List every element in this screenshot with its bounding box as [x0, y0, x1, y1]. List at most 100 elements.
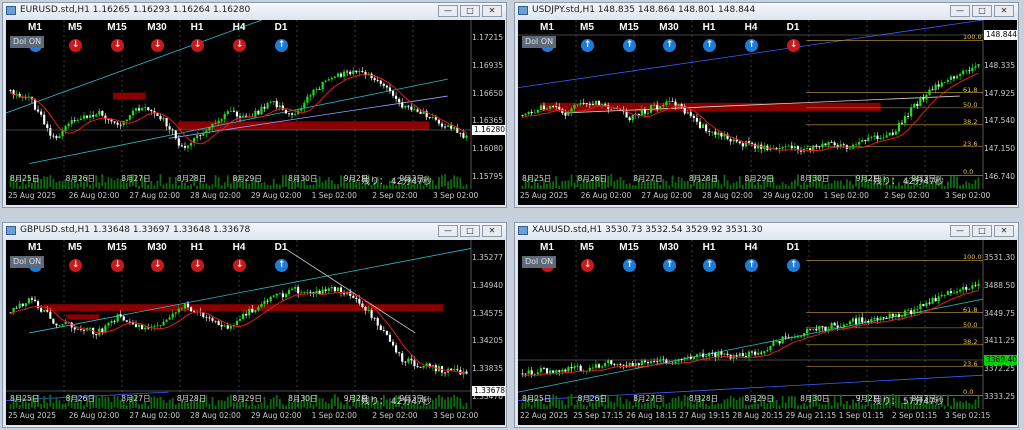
timeframe-label-m5: M5 [68, 22, 82, 33]
time-tick: 2 Sep 02:00 [372, 411, 418, 420]
fib-level-label: 100.0 [963, 253, 982, 262]
fib-level-label: 50.0 [963, 100, 978, 109]
up-arrow-icon: ↑ [745, 259, 758, 272]
price-chart[interactable]: M1↑M5↓M15↓M30↓H1↓H4↓D1↑Dol ON1.352771.34… [6, 240, 505, 409]
price-tick: 1.16650 [471, 88, 503, 98]
up-arrow-icon: ↑ [703, 39, 716, 52]
time-tick: 26 Aug 02:00 [68, 411, 120, 420]
date-marker: 9月3日 [399, 174, 424, 183]
up-arrow-icon: ↑ [623, 39, 636, 52]
up-arrow-icon: ↑ [581, 39, 594, 52]
chart-window-eurusd[interactable]: EURUSD.std,H1 1.16265 1.16293 1.16264 1.… [2, 2, 507, 208]
date-marker: 8月29日 [232, 394, 262, 403]
minimize-button[interactable]: — [438, 5, 458, 17]
fib-level-label: 0.0 [963, 168, 974, 177]
date-marker: 8月26日 [65, 174, 95, 183]
price-tick: 3449.75 [983, 308, 1015, 318]
time-tick: 26 Aug 02:00 [68, 191, 120, 200]
window-title: USDJPY.std,H1 148.835 148.864 148.801 14… [532, 5, 756, 15]
time-tick: 27 Aug 02:00 [129, 191, 180, 200]
dol-toggle-button[interactable]: Dol ON [522, 36, 557, 48]
timeframe-label-m15: M15 [619, 242, 639, 253]
time-tick: 28 Aug 02:00 [702, 191, 753, 200]
price-chart[interactable]: 100.061.850.038.223.60.0M1↓M5↓M15↑M30↑H1… [518, 240, 1017, 409]
price-tick: 1.16080 [471, 144, 503, 154]
time-tick: 27 Aug 19:15 [679, 411, 730, 420]
fib-level-label: 61.8 [963, 305, 978, 314]
time-tick: 25 Aug 2025 [8, 411, 57, 420]
minimize-button[interactable]: — [950, 5, 970, 17]
maximize-button[interactable]: □ [460, 225, 480, 237]
maximize-button[interactable]: □ [460, 5, 480, 17]
timeframe-label-m30: M30 [147, 22, 167, 33]
close-button[interactable]: ✕ [994, 225, 1014, 237]
titlebar[interactable]: USDJPY.std,H1 148.835 148.864 148.801 14… [515, 3, 1018, 19]
price-chart[interactable]: 100.0 61.8 50.0 38.2 23.6 0.0 M1 ↑ M5 ↑ M15 ↑ M30 ↑ H1… [518, 20, 1017, 189]
timeframe-label-d1: D1 [274, 242, 288, 253]
price-tick: 1.34575 [471, 308, 503, 318]
down-arrow-icon: ↓ [233, 39, 246, 52]
timeframe-label-m1: M1 [540, 242, 554, 253]
chart-window-icon [6, 6, 16, 15]
price-chart[interactable]: M1↑M5↓M15↓M30↓H1↓H4↓D1↑Dol ON1.172151.16… [6, 20, 505, 189]
down-arrow-icon: ↓ [191, 39, 204, 52]
date-marker: 8月26日 [65, 394, 95, 403]
fib-level-label: 0.0 [963, 388, 974, 397]
down-arrow-icon: ↓ [787, 39, 800, 52]
time-tick: 25 Aug 2025 [8, 191, 57, 200]
titlebar[interactable]: EURUSD.std,H1 1.16265 1.16293 1.16264 1.… [3, 3, 506, 19]
up-arrow-icon: ↑ [663, 259, 676, 272]
chart-window-usdjpy[interactable]: USDJPY.std,H1 148.835 148.864 148.801 14… [514, 2, 1019, 208]
close-button[interactable]: ✕ [482, 5, 502, 17]
titlebar[interactable]: GBPUSD.std,H1 1.33648 1.33697 1.33648 1.… [3, 223, 506, 239]
time-tick: 2 Sep 02:00 [372, 191, 418, 200]
timeframe-label-m5: M5 [580, 242, 594, 253]
price-tick: 148.335 [983, 60, 1015, 70]
current-price-marker: 1.33678 [472, 386, 505, 396]
chart-window-gbpusd[interactable]: GBPUSD.std,H1 1.33648 1.33697 1.33648 1.… [2, 222, 507, 428]
dol-toggle-button[interactable]: Dol ON [522, 256, 557, 268]
date-marker: 8月30日 [800, 394, 830, 403]
time-tick: 29 Aug 02:00 [762, 191, 814, 200]
timeframe-label-d1: D1 [274, 22, 288, 33]
maximize-button[interactable]: □ [972, 5, 992, 17]
up-arrow-icon: ↑ [745, 39, 758, 52]
time-tick: 1 Sep 02:00 [823, 191, 869, 200]
date-marker: 8月28日 [688, 174, 719, 183]
timeframe-label-m30: M30 [147, 242, 167, 253]
maximize-button[interactable]: □ [972, 225, 992, 237]
timeframe-label-m15: M15 [107, 22, 127, 33]
price-tick: 1.33835 [471, 364, 503, 374]
titlebar[interactable]: XAUUSD.std,H1 3530.73 3532.54 3529.92 35… [515, 223, 1018, 239]
time-tick: 26 Aug 02:00 [580, 191, 632, 200]
time-tick: 27 Aug 02:00 [641, 191, 692, 200]
down-arrow-icon: ↓ [151, 259, 164, 272]
price-tick: 3531.30 [983, 253, 1015, 262]
minimize-button[interactable]: — [438, 225, 458, 237]
close-button[interactable]: ✕ [482, 225, 502, 237]
time-tick: 3 Sep 02:15 [945, 411, 991, 420]
time-axis: 25 Aug 2025 26 Aug 02:00 27 Aug 02:00 28 Au… [6, 174, 505, 205]
dol-toggle-button[interactable]: Dol ON [10, 36, 45, 48]
date-marker: 8月30日 [288, 174, 318, 183]
date-marker: 8月26日 [577, 394, 607, 403]
timeframe-label-h4: H4 [232, 242, 246, 253]
timeframe-label-h4: H4 [232, 22, 246, 33]
window-title: XAUUSD.std,H1 3530.73 3532.54 3529.92 35… [532, 225, 763, 235]
dol-toggle-button[interactable]: Dol ON [10, 256, 45, 268]
down-arrow-icon: ↓ [233, 259, 246, 272]
down-arrow-icon: ↓ [191, 259, 204, 272]
up-arrow-icon: ↑ [663, 39, 676, 52]
timeframe-label-h1: H1 [702, 22, 716, 33]
time-tick: 29 Aug 02:00 [250, 191, 302, 200]
close-button[interactable]: ✕ [994, 5, 1014, 17]
date-marker: 8月28日 [176, 174, 207, 183]
time-tick: 26 Aug 18:15 [626, 411, 677, 420]
up-arrow-icon: ↑ [623, 259, 636, 272]
time-tick: 22 Aug 2025 [520, 411, 569, 420]
minimize-button[interactable]: — [950, 225, 970, 237]
fib-level-label: 50.0 [963, 320, 978, 329]
current-price-marker: 148.844 [984, 30, 1017, 40]
time-tick: 2 Sep 01:15 [891, 411, 938, 420]
chart-window-xauusd[interactable]: XAUUSD.std,H1 3530.73 3532.54 3529.92 35… [514, 222, 1019, 428]
